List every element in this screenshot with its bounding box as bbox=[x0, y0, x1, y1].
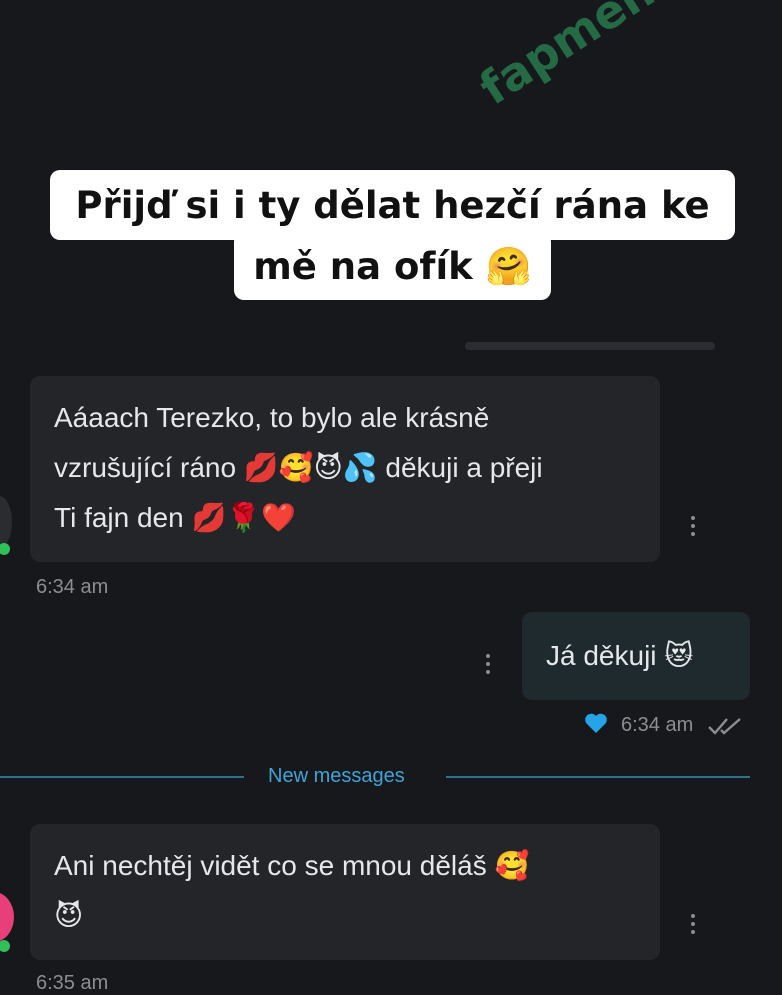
online-indicator bbox=[0, 940, 10, 952]
divider-line-left bbox=[0, 776, 244, 778]
contact-avatar[interactable] bbox=[0, 892, 14, 942]
message-text-line: Já děkuji 😻 bbox=[546, 640, 694, 671]
contact-avatar[interactable] bbox=[0, 496, 12, 548]
divider-line-right bbox=[446, 776, 750, 778]
caption-line-2: mě na ofík 🤗 bbox=[234, 232, 551, 300]
message-options-icon[interactable] bbox=[690, 914, 696, 938]
read-receipt-icon bbox=[707, 716, 743, 736]
message-bubble-outgoing[interactable]: Já děkuji 😻 bbox=[522, 612, 750, 700]
message-timestamp: 6:34 am bbox=[36, 576, 109, 598]
message-bubble-incoming[interactable]: Aáaach Terezko, to bylo ale krásně vzruš… bbox=[30, 376, 660, 562]
message-bubble-incoming[interactable]: Ani nechtěj vidět co se mnou děláš 🥰 😈 bbox=[30, 824, 660, 960]
message-timestamp: 6:35 am bbox=[36, 972, 109, 994]
message-text-line: Ani nechtěj vidět co se mnou děláš 🥰 bbox=[54, 850, 530, 881]
message-text-line: vzrušující ráno 💋🥰😈💦 děkuji a přeji bbox=[54, 452, 543, 483]
message-text-line: Ti fajn den 💋🌹❤️ bbox=[54, 502, 297, 533]
heart-like-icon[interactable] bbox=[584, 712, 608, 734]
previous-message-status bbox=[465, 340, 725, 360]
message-options-icon[interactable] bbox=[485, 654, 491, 678]
new-messages-label: New messages bbox=[268, 765, 405, 787]
message-options-icon[interactable] bbox=[690, 516, 696, 540]
caption-line-1: Přijď si i ty dělat hezčí rána ke bbox=[50, 170, 735, 240]
online-indicator bbox=[0, 543, 10, 555]
watermark: fapmenu.com bbox=[470, 0, 782, 115]
message-timestamp: 6:34 am bbox=[621, 714, 694, 736]
message-text-line: 😈 bbox=[54, 900, 84, 931]
message-text-line: Aáaach Terezko, to bylo ale krásně bbox=[54, 402, 490, 433]
